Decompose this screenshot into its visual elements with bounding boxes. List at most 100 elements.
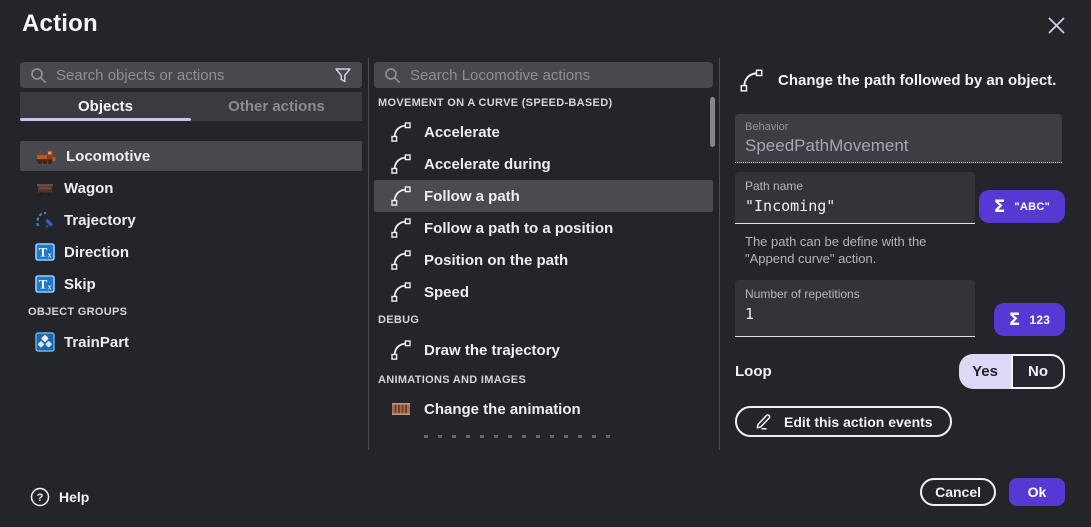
filter-icon[interactable]: [334, 66, 352, 84]
search-icon: [384, 67, 401, 84]
curve-action-icon: [390, 281, 412, 303]
behavior-field-value: SpeedPathMovement: [745, 136, 1052, 156]
expression-builder-string-button[interactable]: Σ "ABC": [979, 190, 1065, 223]
action-description: Change the path followed by an object.: [778, 72, 1056, 89]
ok-button[interactable]: Ok: [1009, 478, 1065, 506]
numbers-label: 123: [1029, 313, 1050, 327]
film-animation-icon: [390, 399, 412, 419]
objects-search[interactable]: [20, 62, 362, 88]
action-label: Speed: [424, 284, 469, 301]
svg-text:?: ?: [37, 492, 44, 504]
divider-middle-right: [719, 58, 720, 450]
object-row-wagon[interactable]: Wagon: [20, 173, 362, 203]
text-object-icon: T x: [35, 242, 55, 262]
help-label: Help: [59, 489, 89, 505]
svg-text:x: x: [48, 283, 52, 292]
tab-other-actions[interactable]: Other actions: [191, 92, 362, 121]
action-row-follow-a-path[interactable]: Follow a path: [374, 180, 713, 212]
action-label: Follow a path: [424, 188, 520, 205]
curve-action-icon: [390, 339, 412, 361]
action-label: Follow a path to a position: [424, 220, 613, 237]
footer-buttons: Cancel Ok: [920, 478, 1065, 506]
action-label: Draw the trajectory: [424, 342, 560, 359]
object-row-direction[interactable]: T x Direction: [20, 237, 362, 267]
action-label: Change the animation: [424, 401, 581, 418]
loop-no-button[interactable]: No: [1011, 354, 1065, 389]
action-row-draw-the-trajectory[interactable]: Draw the trajectory: [374, 334, 713, 366]
trajectory-icon: [35, 210, 55, 230]
behavior-field: Behavior SpeedPathMovement: [735, 114, 1062, 163]
action-section-header: ANIMATIONS AND IMAGES: [378, 374, 713, 386]
path-name-input[interactable]: [745, 197, 965, 215]
object-row-locomotive[interactable]: Locomotive: [20, 141, 362, 171]
repetitions-input[interactable]: [745, 305, 965, 323]
action-label: Position on the path: [424, 252, 568, 269]
object-label: Trajectory: [64, 212, 136, 229]
sigma-icon: Σ: [994, 197, 1006, 217]
actions-scrollbar-thumb[interactable]: [710, 97, 715, 147]
object-label: Direction: [64, 244, 129, 261]
actions-panel: MOVEMENT ON A CURVE (SPEED-BASED) Accele…: [374, 62, 713, 450]
action-section-header: MOVEMENT ON A CURVE (SPEED-BASED): [378, 97, 713, 109]
behavior-field-label: Behavior: [745, 121, 1052, 133]
active-tab-underline: [20, 118, 191, 121]
loop-label: Loop: [735, 363, 772, 380]
object-label: Skip: [64, 276, 96, 293]
repetitions-label: Number of repetitions: [745, 287, 965, 301]
objects-search-input[interactable]: [56, 67, 325, 84]
path-name-row: Path name Σ "ABC": [735, 172, 1065, 224]
curve-action-icon: [390, 153, 412, 175]
action-row-accelerate[interactable]: Accelerate: [374, 116, 713, 148]
action-section-header: DEBUG: [378, 314, 713, 326]
wagon-icon: [35, 178, 55, 198]
action-row-follow-a-path-to-a-position[interactable]: Follow a path to a position: [374, 212, 713, 244]
objects-panel: Objects Other actions Locomotive: [20, 62, 362, 450]
path-name-label: Path name: [745, 179, 965, 193]
sigma-icon: Σ: [1009, 310, 1021, 330]
curve-action-icon: [739, 68, 764, 93]
svg-text:T: T: [39, 245, 48, 260]
object-label: Locomotive: [66, 148, 150, 165]
object-label: TrainPart: [64, 334, 129, 351]
actions-search[interactable]: [374, 62, 713, 88]
object-label: Wagon: [64, 180, 113, 197]
action-row-accelerate-during[interactable]: Accelerate during: [374, 148, 713, 180]
locomotive-icon: [35, 146, 57, 166]
tab-objects[interactable]: Objects: [20, 92, 191, 121]
edit-button-label: Edit this action events: [784, 414, 933, 430]
svg-text:T: T: [39, 277, 48, 292]
path-helper-text: The path can be define with the "Append …: [745, 233, 995, 267]
expression-builder-number-button[interactable]: Σ 123: [994, 303, 1065, 336]
objects-list: Locomotive Wagon: [20, 141, 362, 357]
object-row-trajectory[interactable]: Trajectory: [20, 205, 362, 235]
repetitions-row: Number of repetitions Σ 123: [735, 280, 1065, 337]
edit-action-events-button[interactable]: Edit this action events: [735, 406, 952, 437]
action-row-position-on-the-path[interactable]: Position on the path: [374, 244, 713, 276]
action-label: Accelerate: [424, 124, 500, 141]
page-title: Action: [22, 10, 98, 38]
curve-action-icon: [390, 185, 412, 207]
action-row-speed[interactable]: Speed: [374, 276, 713, 308]
actions-search-input[interactable]: [410, 67, 703, 84]
curve-action-icon: [390, 249, 412, 271]
loop-yes-button[interactable]: Yes: [959, 354, 1011, 389]
divider-left-middle: [368, 58, 369, 450]
repetitions-field[interactable]: Number of repetitions: [735, 280, 975, 337]
help-icon: ?: [30, 487, 50, 507]
action-label: Accelerate during: [424, 156, 551, 173]
action-detail-panel: Change the path followed by an object. B…: [735, 62, 1065, 454]
loop-row: Loop Yes No: [735, 354, 1065, 389]
clipped-next-item: [424, 435, 614, 438]
help-link[interactable]: ? Help: [30, 487, 89, 507]
search-icon: [30, 67, 47, 84]
path-name-field[interactable]: Path name: [735, 172, 975, 224]
objects-tabbar: Objects Other actions: [20, 92, 362, 121]
action-row-change-the-animation[interactable]: Change the animation: [374, 393, 713, 425]
object-group-icon: [35, 332, 55, 352]
close-icon[interactable]: [1043, 12, 1069, 38]
object-row-trainpart[interactable]: TrainPart: [20, 327, 362, 357]
object-groups-header: OBJECT GROUPS: [28, 306, 362, 318]
cancel-button[interactable]: Cancel: [920, 478, 996, 506]
object-row-skip[interactable]: T x Skip: [20, 269, 362, 299]
action-description-row: Change the path followed by an object.: [739, 68, 1065, 93]
